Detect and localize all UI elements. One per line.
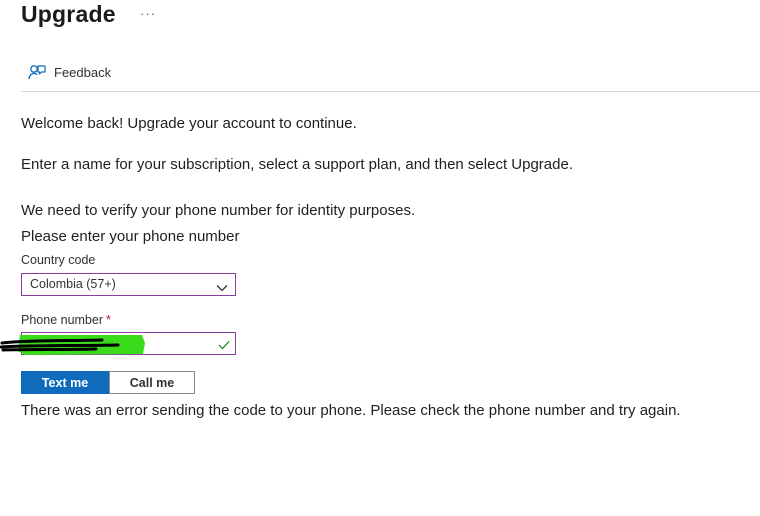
feedback-icon [28,64,46,80]
verify-message: We need to verify your phone number for … [21,202,416,219]
required-indicator: * [106,313,111,327]
error-message: There was an error sending the code to y… [21,402,681,419]
country-code-value: Colombia (57+) [30,277,116,291]
page-title: Upgrade [21,1,116,27]
phone-number-label: Phone number * [21,313,111,327]
welcome-message: Welcome back! Upgrade your account to co… [21,115,357,132]
chevron-down-icon [216,279,228,297]
more-options-button[interactable]: ··· [140,6,156,21]
country-code-label: Country code [21,253,96,267]
instructions-message: Enter a name for your subscription, sele… [21,156,573,173]
feedback-label: Feedback [54,64,112,80]
country-code-dropdown[interactable]: Colombia (57+) [21,273,236,296]
checkmark-icon [218,337,230,355]
feedback-button[interactable]: Feedback [28,64,111,80]
phone-number-label-text: Phone number [21,313,104,327]
call-me-button[interactable]: Call me [109,371,195,394]
redaction-mark [0,335,145,355]
enter-phone-message: Please enter your phone number [21,228,240,245]
command-bar: Feedback [21,60,760,92]
text-me-button[interactable]: Text me [21,371,109,394]
